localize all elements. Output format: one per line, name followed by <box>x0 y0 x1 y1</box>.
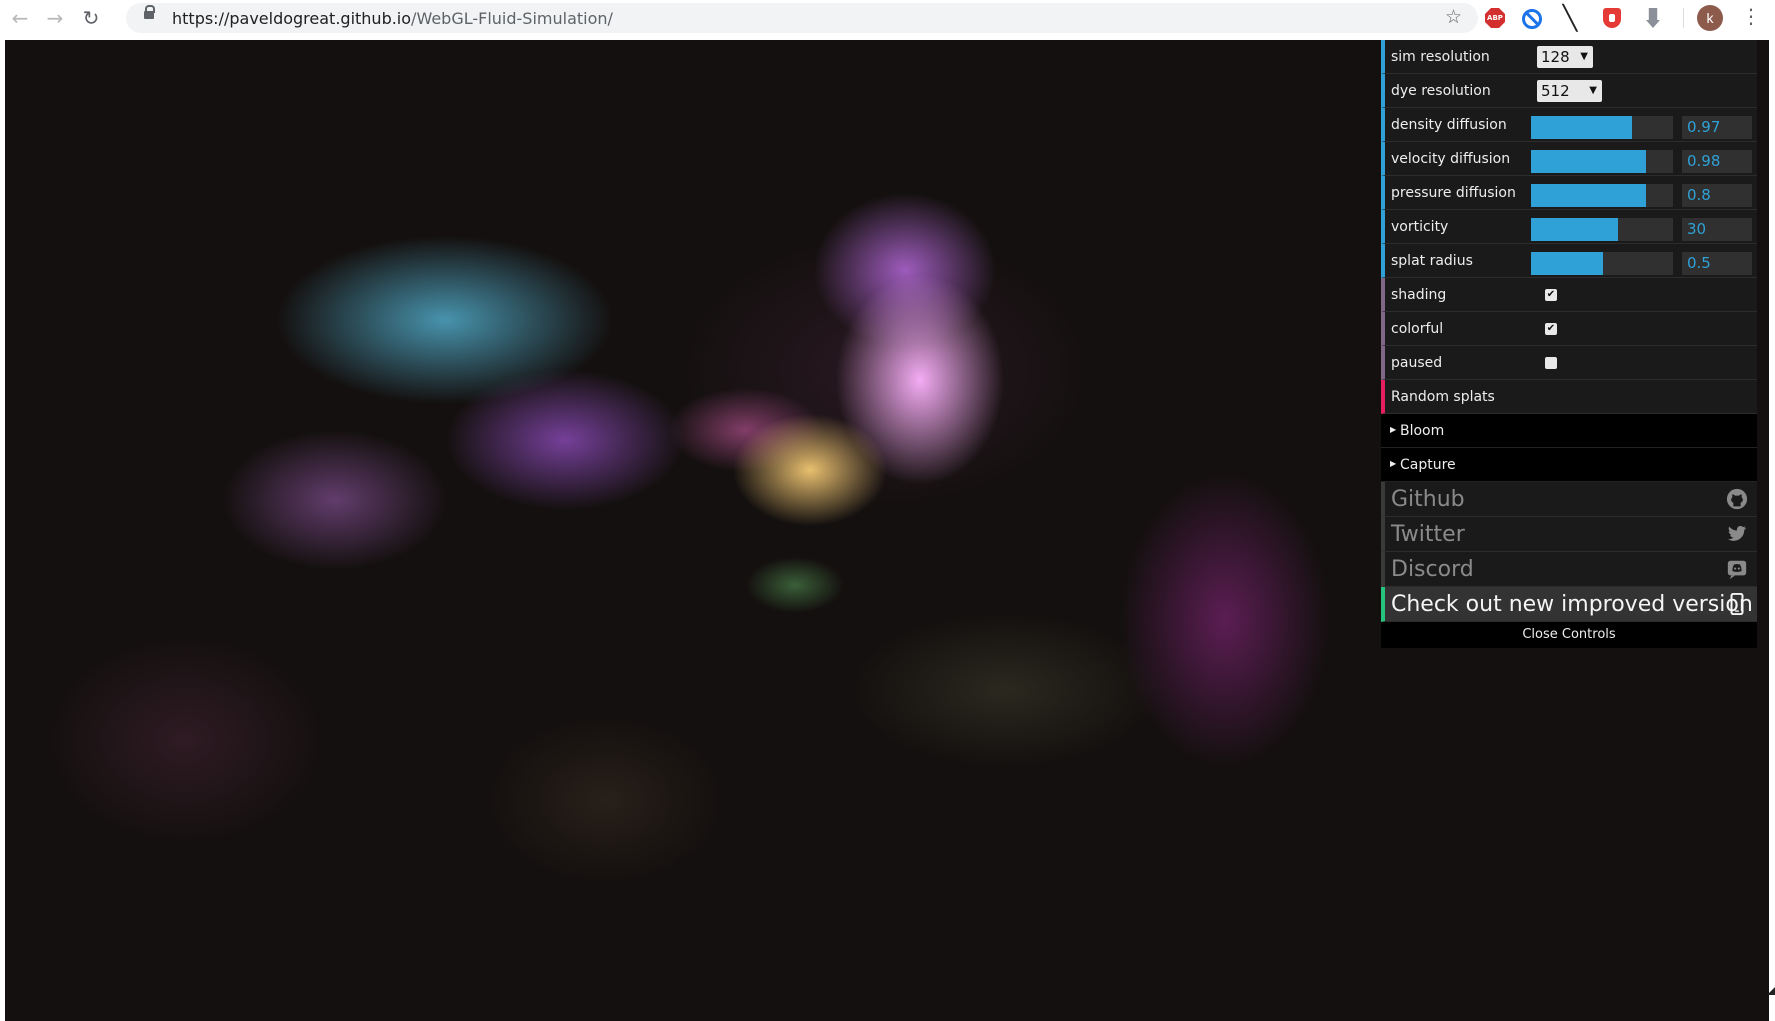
forward-arrow-icon[interactable]: → <box>42 5 68 31</box>
slider-fill <box>1531 184 1647 207</box>
bookmark-star-icon[interactable]: ☆ <box>1445 6 1462 28</box>
shield-extension-icon[interactable] <box>1603 8 1621 28</box>
discord-link[interactable]: Discord <box>1381 552 1757 587</box>
slider-fill <box>1531 218 1618 241</box>
close-controls-button[interactable]: Close Controls <box>1381 622 1757 648</box>
download-extension-icon[interactable] <box>1646 8 1660 28</box>
colorful-checkbox[interactable]: ✔ <box>1545 323 1557 335</box>
slider-fill <box>1531 150 1647 173</box>
checkbox-label: paused <box>1391 355 1443 371</box>
link-label: Check out new improved version <box>1391 592 1753 617</box>
toolbar-divider <box>1683 8 1684 28</box>
link-label: Twitter <box>1391 522 1465 547</box>
github-icon <box>1726 488 1748 510</box>
sim-resolution-row: sim resolution 128 ▼ <box>1381 40 1757 74</box>
paused-checkbox[interactable] <box>1545 357 1557 369</box>
vorticity-input[interactable]: 30 <box>1682 218 1752 241</box>
link-label: Discord <box>1391 557 1474 582</box>
colorful-row: colorful ✔ <box>1381 312 1757 346</box>
bloom-folder[interactable]: ▶ Bloom <box>1381 414 1757 448</box>
back-arrow-icon[interactable]: ← <box>7 5 33 31</box>
adblock-plus-icon[interactable]: ABP <box>1485 8 1505 28</box>
link-label: Github <box>1391 487 1465 512</box>
folder-label: Bloom <box>1400 423 1445 439</box>
pressure-diffusion-row: pressure diffusion 0.8 <box>1381 176 1757 210</box>
sim-resolution-select[interactable]: 128 ▼ <box>1537 46 1593 68</box>
dye-resolution-row: dye resolution 512 ▼ <box>1381 74 1757 108</box>
kebab-menu-icon[interactable]: ⋮ <box>1741 4 1761 28</box>
dye-resolution-label: dye resolution <box>1391 83 1491 99</box>
velocity-diffusion-slider[interactable] <box>1531 150 1673 173</box>
splat-radius-input[interactable]: 0.5 <box>1682 252 1752 275</box>
lock-icon <box>144 5 155 19</box>
paused-row: paused <box>1381 346 1757 380</box>
dropdown-arrow-icon: ▼ <box>1580 51 1588 62</box>
avatar[interactable]: k <box>1697 5 1723 31</box>
capture-folder[interactable]: ▶ Capture <box>1381 448 1757 482</box>
density-diffusion-input[interactable]: 0.97 <box>1682 116 1752 139</box>
splat-radius-slider[interactable] <box>1531 252 1673 275</box>
shading-row: shading ✔ <box>1381 278 1757 312</box>
vorticity-slider[interactable] <box>1531 218 1673 241</box>
checkbox-label: colorful <box>1391 321 1444 337</box>
velocity-diffusion-row: velocity diffusion 0.98 <box>1381 142 1757 176</box>
folder-label: Capture <box>1400 457 1456 473</box>
slider-label: splat radius <box>1391 253 1473 269</box>
slash-icon[interactable]: ╲ <box>1558 4 1582 32</box>
dropdown-arrow-icon: ▼ <box>1589 85 1597 96</box>
shading-checkbox[interactable]: ✔ <box>1545 289 1557 301</box>
folder-triangle-icon: ▶ <box>1390 459 1397 468</box>
pressure-diffusion-slider[interactable] <box>1531 184 1673 207</box>
splat-radius-row: splat radius 0.5 <box>1381 244 1757 278</box>
mobile-phone-icon <box>1730 593 1744 615</box>
slider-label: velocity diffusion <box>1391 151 1511 167</box>
slider-label: vorticity <box>1391 219 1449 235</box>
pressure-diffusion-input[interactable]: 0.8 <box>1682 184 1752 207</box>
dye-resolution-select[interactable]: 512 ▼ <box>1537 80 1602 102</box>
vorticity-row: vorticity 30 <box>1381 210 1757 244</box>
density-diffusion-slider[interactable] <box>1531 116 1673 139</box>
controls-panel: sim resolution 128 ▼ dye resolution 512 ▼ … <box>1381 40 1757 648</box>
random-splats-label: Random splats <box>1391 389 1495 405</box>
folder-triangle-icon: ▶ <box>1390 425 1397 434</box>
discord-icon <box>1727 560 1747 580</box>
blocker-icon[interactable] <box>1522 9 1542 29</box>
address-bar[interactable]: https://paveldogreat.github.io/WebGL-Flu… <box>126 3 1478 33</box>
slider-label: density diffusion <box>1391 117 1507 133</box>
velocity-diffusion-input[interactable]: 0.98 <box>1682 150 1752 173</box>
twitter-icon <box>1727 526 1747 541</box>
checkbox-label: shading <box>1391 287 1447 303</box>
sim-resolution-label: sim resolution <box>1391 49 1490 65</box>
slider-fill <box>1531 252 1604 275</box>
url-text[interactable]: https://paveldogreat.github.io/WebGL-Flu… <box>172 9 613 28</box>
reload-icon[interactable]: ↻ <box>78 5 104 31</box>
density-diffusion-row: density diffusion 0.97 <box>1381 108 1757 142</box>
random-splats-button[interactable]: Random splats <box>1381 380 1757 414</box>
slider-label: pressure diffusion <box>1391 185 1516 201</box>
github-link[interactable]: Github <box>1381 482 1757 517</box>
slider-fill <box>1531 116 1632 139</box>
improved-version-link[interactable]: Check out new improved version <box>1381 587 1757 622</box>
browser-toolbar: ← → ↻ https://paveldogreat.github.io/Web… <box>0 0 1775 36</box>
twitter-link[interactable]: Twitter <box>1381 517 1757 552</box>
resize-corner-icon: ◢ <box>1767 980 1775 997</box>
